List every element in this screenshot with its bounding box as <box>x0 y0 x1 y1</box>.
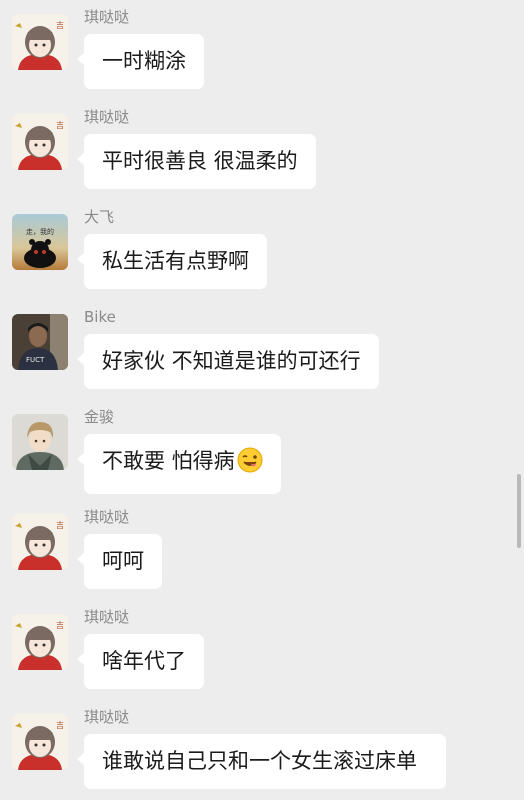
avatar-girl-cartoon[interactable]: 吉 <box>12 14 68 70</box>
girl-cartoon-icon: 吉 <box>12 614 68 670</box>
chat-message-list[interactable]: 吉 琪哒哒 一时糊涂 吉 琪哒哒 平时很善良 很温柔的 走，我的 大飞 私生活有… <box>0 0 524 800</box>
message-bubble[interactable]: 一时糊涂 <box>77 34 204 89</box>
message-text: 谁敢说自己只和一个女生滚过床单 <box>102 749 417 773</box>
message-text: 不敢要 怕得病 <box>102 449 235 473</box>
avatar-photo-person[interactable]: FUCT <box>12 314 68 370</box>
chat-message: 吉 琪哒哒 平时很善良 很温柔的 <box>0 100 524 200</box>
sender-name: 琪哒哒 <box>84 508 130 526</box>
girl-cartoon-icon: 吉 <box>12 714 68 770</box>
sender-name: Bike <box>84 308 116 326</box>
chat-message: FUCT Bike 好家伙 不知道是谁的可还行 <box>0 300 524 400</box>
chat-message: 吉 琪哒哒 啥年代了 <box>0 600 524 700</box>
message-text: 私生活有点野啊 <box>102 249 249 273</box>
avatar-glyph: 吉 <box>56 21 64 30</box>
message-text: 一时糊涂 <box>102 49 186 73</box>
avatar-glyph: 吉 <box>56 721 64 730</box>
avatar-glyph: 吉 <box>56 521 64 530</box>
chat-message: 吉 琪哒哒 一时糊涂 <box>0 0 524 100</box>
sender-name: 琪哒哒 <box>84 608 130 626</box>
sender-name: 琪哒哒 <box>84 708 130 726</box>
kumamon-icon: 走，我的 <box>12 214 68 270</box>
message-bubble[interactable]: 不敢要 怕得病 <box>77 434 281 494</box>
message-bubble[interactable]: 啥年代了 <box>77 634 204 689</box>
girl-cartoon-icon: 吉 <box>12 14 68 70</box>
girl-cartoon-icon: 吉 <box>12 114 68 170</box>
avatar-girl-cartoon[interactable]: 吉 <box>12 614 68 670</box>
message-bubble[interactable]: 谁敢说自己只和一个女生滚过床单 <box>77 734 446 789</box>
message-text: 好家伙 不知道是谁的可还行 <box>102 349 361 373</box>
chat-message: 走，我的 大飞 私生活有点野啊 <box>0 200 524 300</box>
avatar-girl-cartoon[interactable]: 吉 <box>12 714 68 770</box>
avatar-glyph: 吉 <box>56 621 64 630</box>
sender-name: 大飞 <box>84 208 115 226</box>
avatar-kumamon[interactable]: 走，我的 <box>12 214 68 270</box>
photo-person-icon: FUCT <box>12 314 68 370</box>
wink-tongue-emoji-icon <box>237 447 263 481</box>
message-text: 啥年代了 <box>102 649 186 673</box>
chat-message: 吉 琪哒哒 呵呵 <box>0 500 524 600</box>
girl-cartoon-icon: 吉 <box>12 514 68 570</box>
sender-name: 琪哒哒 <box>84 8 130 26</box>
avatar-girl-cartoon[interactable]: 吉 <box>12 514 68 570</box>
anime-boy-icon <box>12 414 68 470</box>
message-bubble[interactable]: 呵呵 <box>77 534 162 589</box>
sender-name: 金骏 <box>84 408 115 426</box>
chat-message: 吉 琪哒哒 谁敢说自己只和一个女生滚过床单 <box>0 700 524 800</box>
avatar-girl-cartoon[interactable]: 吉 <box>12 114 68 170</box>
avatar-anime-boy[interactable] <box>12 414 68 470</box>
avatar-caption: FUCT <box>26 356 45 364</box>
scrollbar-thumb[interactable] <box>517 474 521 548</box>
avatar-glyph: 吉 <box>56 121 64 130</box>
avatar-caption: 走，我的 <box>26 227 54 236</box>
message-bubble[interactable]: 平时很善良 很温柔的 <box>77 134 316 189</box>
sender-name: 琪哒哒 <box>84 108 130 126</box>
chat-message: 金骏 不敢要 怕得病 <box>0 400 524 500</box>
message-bubble[interactable]: 私生活有点野啊 <box>77 234 267 289</box>
message-text: 平时很善良 很温柔的 <box>102 149 298 173</box>
message-text: 呵呵 <box>102 549 144 573</box>
message-bubble[interactable]: 好家伙 不知道是谁的可还行 <box>77 334 379 389</box>
